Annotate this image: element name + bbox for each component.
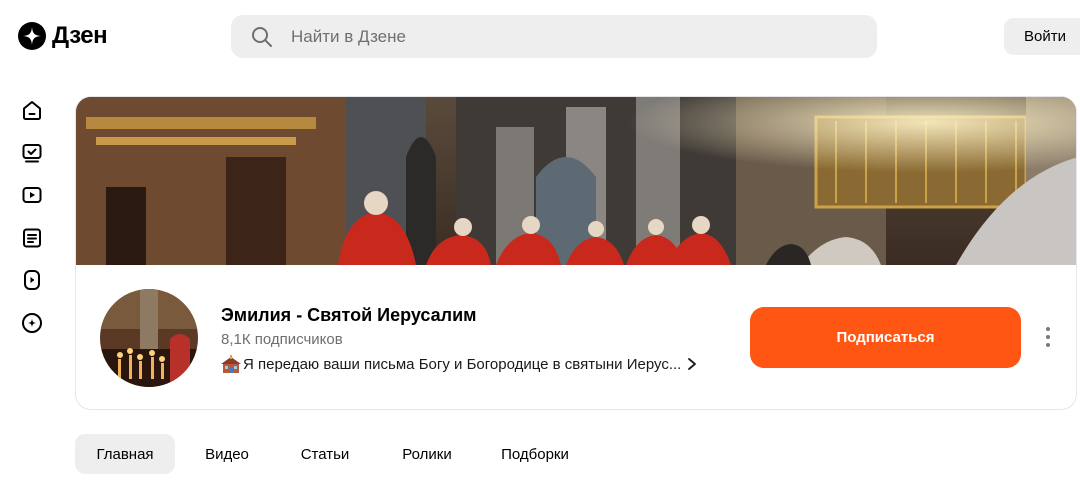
sidebar-item-home[interactable] [20,98,44,122]
church-emoji-icon [221,355,241,373]
tab-collections[interactable]: Подборки [483,434,587,474]
dzen-logo-icon [22,312,42,333]
channel-description[interactable]: Я передаю ваши письма Богу и Богородице … [221,355,697,373]
dzen-star-icon [18,22,46,50]
search-input[interactable] [291,26,851,47]
more-icon-dot [1046,343,1050,347]
sidebar-item-video[interactable] [20,183,44,207]
logo-text: Дзен [52,22,108,49]
channel-description-text: Я передаю ваши письма Богу и Богородице … [243,355,682,373]
tab-video[interactable]: Видео [175,434,279,474]
tab-main[interactable]: Главная [75,434,175,474]
sidebar-item-articles[interactable] [20,226,44,250]
articles-icon [23,228,41,247]
subscriber-count: 8,1К подписчиков [221,331,343,348]
sidebar-item-dzen[interactable] [20,311,44,335]
home-icon [23,101,41,120]
channel-card: Эмилия - Святой Иерусалим 8,1К подписчик… [75,96,1077,410]
tab-articles[interactable]: Статьи [279,434,371,474]
more-options-button[interactable] [1038,325,1058,349]
subscriptions-icon [22,143,42,162]
chevron-right-icon [687,357,697,371]
channel-avatar[interactable] [100,289,198,387]
sidebar [20,98,44,353]
sidebar-item-subscriptions[interactable] [20,141,44,165]
login-button[interactable]: Войти [1004,18,1080,55]
shorts-icon [24,270,40,290]
subscribe-button[interactable]: Подписаться [750,307,1021,368]
more-icon [1046,327,1050,331]
more-icon-dot [1046,335,1050,339]
channel-tabs: Главная Видео Статьи Ролики Подборки [75,434,587,474]
dzen-logo[interactable]: Дзен [18,22,108,50]
sidebar-item-shorts[interactable] [20,268,44,292]
search-icon [251,26,273,48]
channel-title: Эмилия - Святой Иерусалим [221,305,477,325]
video-icon [22,187,42,203]
channel-cover-image [76,97,1076,265]
search-bar[interactable] [231,15,877,58]
tab-shorts[interactable]: Ролики [371,434,483,474]
